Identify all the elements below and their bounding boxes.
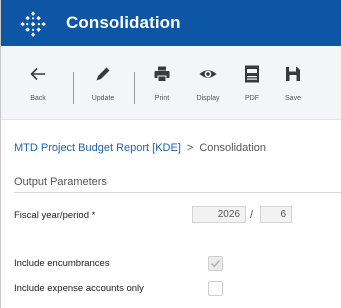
display-button[interactable]: Display [190, 46, 226, 120]
breadcrumb-link-report[interactable]: MTD Project Budget Report [KDE] [14, 142, 181, 154]
breadcrumb-separator: > [186, 142, 194, 154]
arrow-left-icon [30, 67, 45, 81]
section-divider [14, 192, 341, 193]
app-window: Consolidation Back Update Print Display … [0, 0, 341, 308]
title-bar: Consolidation [1, 0, 341, 46]
save-label: Save [285, 95, 301, 102]
print-label: Print [154, 95, 170, 102]
pdf-icon [245, 65, 259, 83]
section-title: Output Parameters [14, 176, 107, 188]
period-separator: / [250, 209, 254, 221]
toolbar-divider [134, 72, 135, 104]
pdf-label: PDF [245, 95, 259, 102]
app-title: Consolidation [66, 13, 181, 32]
pdf-button[interactable]: PDF [236, 46, 268, 120]
pencil-icon [96, 67, 110, 81]
save-button[interactable]: Save [277, 46, 309, 120]
back-button[interactable]: Back [20, 46, 56, 120]
expense-accounts-checkbox[interactable] [208, 281, 223, 296]
consolidation-logo-icon [20, 11, 46, 37]
print-button[interactable]: Print [146, 46, 178, 120]
encumbrances-label: Include encumbrances [14, 258, 110, 269]
display-label: Display [196, 95, 220, 102]
fiscal-year-input[interactable]: 2026 [192, 206, 246, 223]
back-label: Back [30, 95, 46, 102]
printer-icon [154, 66, 170, 82]
checkmark-icon [210, 259, 221, 268]
breadcrumb-current: Consolidation [199, 142, 266, 154]
breadcrumb: MTD Project Budget Report [KDE] > Consolid… [14, 141, 266, 155]
floppy-disk-icon [286, 67, 300, 81]
expense-accounts-label: Include expense accounts only [14, 283, 144, 294]
eye-icon [199, 70, 217, 78]
update-button[interactable]: Update [85, 46, 121, 120]
update-label: Update [91, 95, 115, 102]
encumbrances-checkbox[interactable] [208, 256, 223, 271]
fiscal-period-label: Fiscal year/period * [14, 210, 96, 221]
fiscal-period-input[interactable]: 6 [260, 206, 292, 223]
toolbar: Back Update Print Display PDF Save [1, 46, 341, 120]
toolbar-divider [73, 72, 74, 104]
